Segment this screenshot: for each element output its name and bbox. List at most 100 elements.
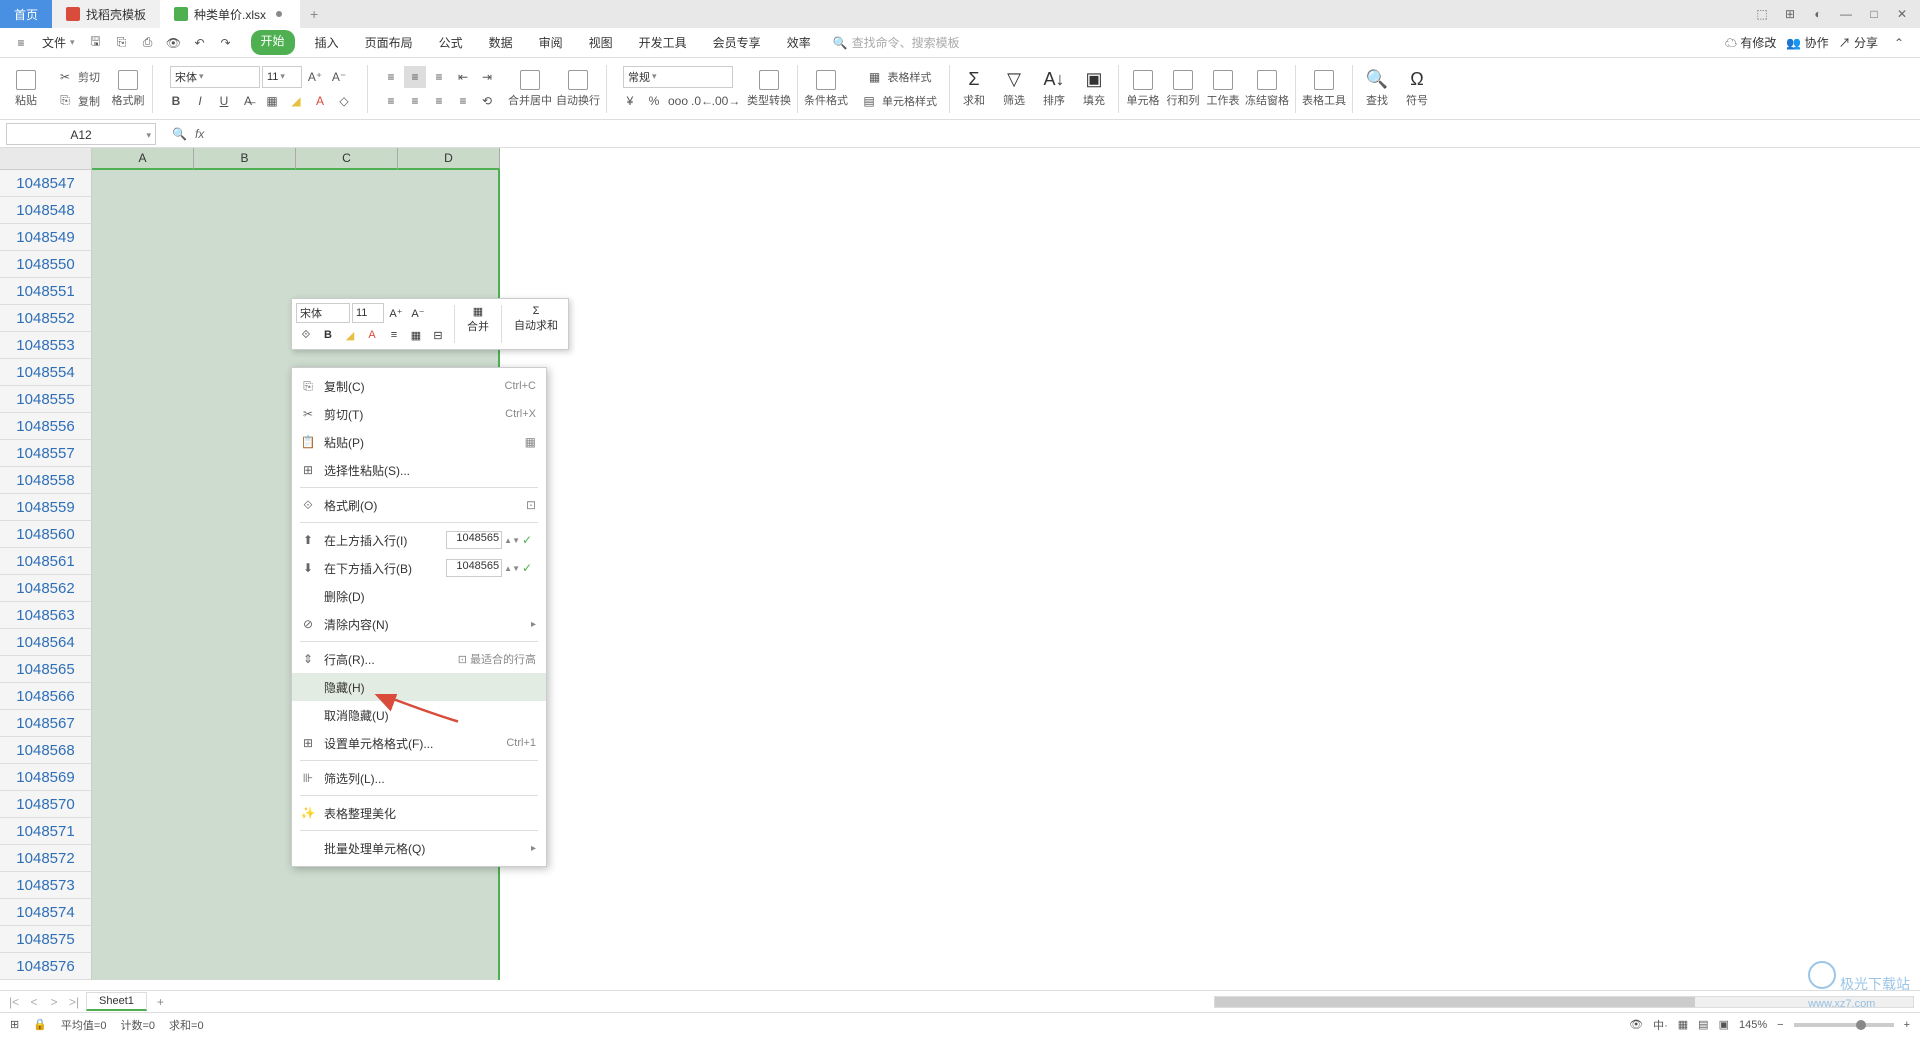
tab-review[interactable]: 审阅 bbox=[533, 30, 569, 55]
zoom-slider[interactable] bbox=[1794, 1023, 1894, 1027]
col-header-a[interactable]: A bbox=[92, 148, 194, 170]
clear-format-button[interactable]: ◇ bbox=[333, 90, 355, 112]
row-header[interactable]: 1048548 bbox=[0, 197, 92, 224]
check-icon[interactable]: ✓ bbox=[522, 533, 536, 547]
align-middle-icon[interactable]: ≡ bbox=[404, 66, 426, 88]
ctx-paste-special[interactable]: ⊞选择性粘贴(S)... bbox=[292, 456, 546, 484]
cells-button[interactable]: 单元格 bbox=[1125, 70, 1161, 108]
freeze-button[interactable]: 冻结窗格 bbox=[1245, 70, 1289, 108]
sheet-add-button[interactable]: + bbox=[151, 995, 170, 1009]
align-justify-icon[interactable]: ≡ bbox=[452, 90, 474, 112]
row-header[interactable]: 1048552 bbox=[0, 305, 92, 332]
mini-dec-font-icon[interactable]: A⁻ bbox=[408, 303, 428, 323]
fill-color-button[interactable]: ◢ bbox=[285, 90, 307, 112]
row-header[interactable]: 1048551 bbox=[0, 278, 92, 305]
tab-formula[interactable]: 公式 bbox=[433, 30, 469, 55]
row-header[interactable]: 1048560 bbox=[0, 521, 92, 548]
sum-button[interactable]: Σ求和 bbox=[956, 69, 992, 108]
ctx-insert-above[interactable]: ⬆在上方插入行(I)1048565▲▼✓ bbox=[292, 526, 546, 554]
border-button[interactable]: ▦ bbox=[261, 90, 283, 112]
ctx-row-height[interactable]: ⇕行高(R)...⊡ 最适合的行高 bbox=[292, 645, 546, 673]
ctx-unhide[interactable]: 取消隐藏(U) bbox=[292, 701, 546, 729]
zoom-in-button[interactable]: + bbox=[1904, 1019, 1910, 1031]
mini-align-icon[interactable]: ≡ bbox=[384, 325, 404, 345]
font-size-select[interactable]: 11▾ bbox=[262, 66, 302, 88]
share-button[interactable]: ↗ 分享 bbox=[1839, 34, 1878, 51]
italic-button[interactable]: I bbox=[189, 90, 211, 112]
maximize-button[interactable]: □ bbox=[1864, 4, 1884, 24]
tab-file[interactable]: 种类单价.xlsx bbox=[160, 0, 300, 28]
tab-template[interactable]: 找稻壳模板 bbox=[52, 0, 160, 28]
mini-inc-font-icon[interactable]: A⁺ bbox=[386, 303, 406, 323]
align-left-icon[interactable]: ≡ bbox=[380, 90, 402, 112]
percent-icon[interactable]: % bbox=[643, 90, 665, 112]
ctx-batch[interactable]: 批量处理单元格(Q)▸ bbox=[292, 834, 546, 862]
mini-bold-button[interactable]: B bbox=[318, 325, 338, 345]
layout-icon[interactable]: ⬚ bbox=[1752, 4, 1772, 24]
tab-insert[interactable]: 插入 bbox=[309, 30, 345, 55]
collapse-ribbon-icon[interactable]: ⌃ bbox=[1888, 32, 1910, 54]
mini-font-color-icon[interactable]: A bbox=[362, 325, 382, 345]
increase-font-icon[interactable]: A⁺ bbox=[304, 66, 326, 88]
select-all-corner[interactable] bbox=[0, 148, 92, 170]
sheet-nav-last[interactable]: >| bbox=[66, 995, 82, 1009]
row-header[interactable]: 1048549 bbox=[0, 224, 92, 251]
mini-format-painter-icon[interactable]: ⟐ bbox=[296, 325, 316, 345]
collab-button[interactable]: 👥 协作 bbox=[1786, 34, 1828, 51]
apps-icon[interactable]: ⊞ bbox=[1780, 4, 1800, 24]
row-header[interactable]: 1048561 bbox=[0, 548, 92, 575]
tab-member[interactable]: 会员专享 bbox=[707, 30, 767, 55]
row-header[interactable]: 1048570 bbox=[0, 791, 92, 818]
cut-icon[interactable]: ✂ bbox=[54, 66, 76, 88]
scrollbar-thumb[interactable] bbox=[1215, 997, 1695, 1007]
strike-button[interactable]: A̶ bbox=[237, 90, 259, 112]
wrap-text-button[interactable]: 自动换行 bbox=[556, 70, 600, 108]
row-header[interactable]: 1048562 bbox=[0, 575, 92, 602]
tab-data[interactable]: 数据 bbox=[483, 30, 519, 55]
tab-view[interactable]: 视图 bbox=[583, 30, 619, 55]
check-icon[interactable]: ✓ bbox=[522, 561, 536, 575]
find-button[interactable]: 🔍查找 bbox=[1359, 69, 1395, 108]
sheet-nav-first[interactable]: |< bbox=[6, 995, 22, 1009]
fill-button[interactable]: ▣填充 bbox=[1076, 69, 1112, 108]
row-header[interactable]: 1048576 bbox=[0, 953, 92, 980]
tab-start[interactable]: 开始 bbox=[251, 30, 295, 55]
preview-icon[interactable]: 👁 bbox=[163, 32, 185, 54]
table-tools-button[interactable]: 表格工具 bbox=[1302, 70, 1346, 108]
mini-border-icon[interactable]: ▦ bbox=[406, 325, 426, 345]
insert-below-count[interactable]: 1048565 bbox=[446, 559, 502, 577]
tab-developer[interactable]: 开发工具 bbox=[633, 30, 693, 55]
bold-button[interactable]: B bbox=[165, 90, 187, 112]
name-box[interactable]: A12▾ bbox=[6, 123, 156, 145]
col-header-c[interactable]: C bbox=[296, 148, 398, 170]
ctx-cut[interactable]: ✂剪切(T)Ctrl+X bbox=[292, 400, 546, 428]
mini-font-select[interactable]: 宋体 bbox=[296, 303, 350, 323]
table-style-icon[interactable]: ▦ bbox=[864, 66, 886, 88]
tab-home[interactable]: 首页 bbox=[0, 0, 52, 28]
row-header[interactable]: 1048564 bbox=[0, 629, 92, 656]
filter-button[interactable]: ▽筛选 bbox=[996, 69, 1032, 108]
mini-merge-button[interactable]: ▦合并 bbox=[461, 303, 495, 345]
orientation-icon[interactable]: ⟲ bbox=[476, 90, 498, 112]
row-header[interactable]: 1048568 bbox=[0, 737, 92, 764]
cancel-formula-icon[interactable]: 🔍 bbox=[172, 127, 187, 141]
row-header[interactable]: 1048563 bbox=[0, 602, 92, 629]
cell-style-icon[interactable]: ▤ bbox=[858, 90, 880, 112]
copy-icon[interactable]: ⎘ bbox=[54, 90, 76, 112]
search-box[interactable]: 🔍 查找命令、搜索模板 bbox=[833, 34, 960, 51]
ctx-clear[interactable]: ⊘清除内容(N)▸ bbox=[292, 610, 546, 638]
col-header-b[interactable]: B bbox=[194, 148, 296, 170]
row-header[interactable]: 1048547 bbox=[0, 170, 92, 197]
font-color-button[interactable]: A bbox=[309, 90, 331, 112]
sort-button[interactable]: A↓排序 bbox=[1036, 69, 1072, 108]
mini-autosum-button[interactable]: Σ自动求和 bbox=[508, 303, 564, 345]
font-name-select[interactable]: 宋体▾ bbox=[170, 66, 260, 88]
row-header[interactable]: 1048550 bbox=[0, 251, 92, 278]
row-header[interactable]: 1048567 bbox=[0, 710, 92, 737]
ctx-hide[interactable]: 隐藏(H) bbox=[292, 673, 546, 701]
row-header[interactable]: 1048566 bbox=[0, 683, 92, 710]
zoom-slider-thumb[interactable] bbox=[1856, 1020, 1866, 1030]
cloud-changes[interactable]: ☁ 有修改 bbox=[1725, 34, 1776, 51]
ctx-format-painter[interactable]: ⟐格式刷(O)⊡ bbox=[292, 491, 546, 519]
row-header[interactable]: 1048574 bbox=[0, 899, 92, 926]
